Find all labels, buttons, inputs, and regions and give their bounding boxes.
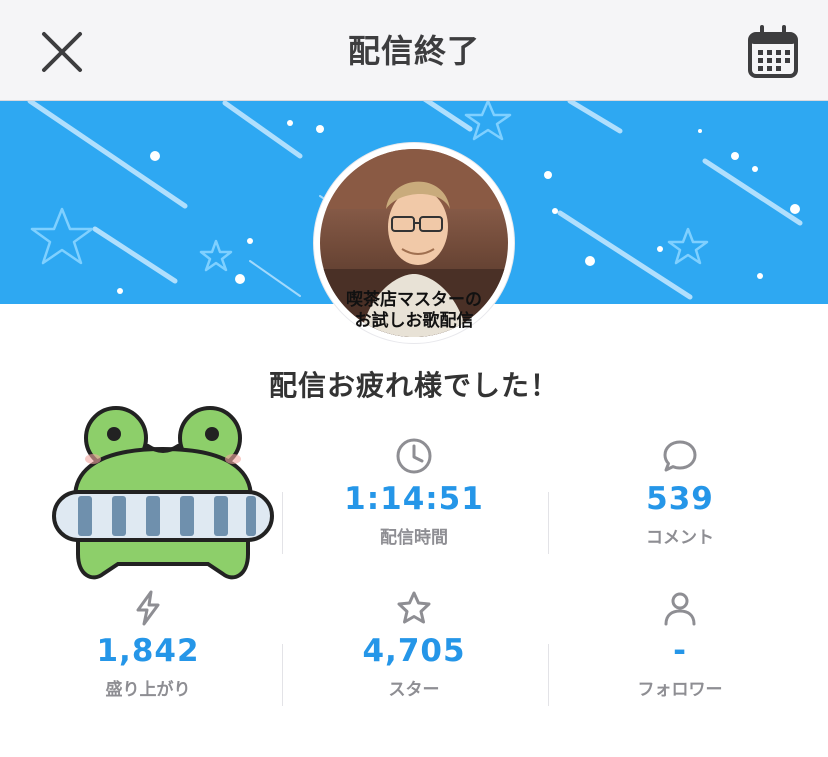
- top-bar: 配信終了: [0, 0, 828, 101]
- avatar-caption-line1: 喫茶店マスターの: [346, 290, 482, 310]
- star-icon: [397, 591, 431, 624]
- stat-label: フォロワー: [637, 680, 723, 700]
- person-icon: [664, 592, 696, 626]
- page-title: 配信終了: [347, 32, 480, 70]
- avatar-caption: 喫茶店マスターの お試しお歌配信: [330, 290, 498, 332]
- stat-label: 配信時間: [380, 528, 448, 548]
- frog-sticker: [52, 406, 274, 580]
- stat-value: -: [673, 633, 687, 669]
- stat-followers: - フォロワー: [548, 589, 812, 700]
- stat-label: スター: [388, 680, 440, 700]
- stat-value: 1,842: [96, 633, 200, 669]
- stat-label: 盛り上がり: [105, 680, 191, 700]
- stat-label: コメント: [646, 528, 714, 548]
- comment-icon: [663, 440, 697, 472]
- avatar-caption-line2: お試しお歌配信: [354, 311, 474, 331]
- stat-stream-time: 1:14:51 配信時間: [282, 437, 546, 548]
- stat-value: 1:14:51: [344, 481, 484, 517]
- stat-comments: 539 コメント: [548, 437, 812, 548]
- headline: 配信お疲れ様でした！: [268, 369, 559, 402]
- lightning-icon: [136, 590, 160, 626]
- clock-icon: [396, 438, 432, 474]
- stat-stars: 4,705 スター: [282, 589, 546, 700]
- stat-value: 539: [646, 481, 714, 517]
- calendar-icon[interactable]: [746, 24, 800, 80]
- stat-value: 4,705: [362, 633, 466, 669]
- stat-excitement: 1,842 盛り上がり: [16, 589, 280, 700]
